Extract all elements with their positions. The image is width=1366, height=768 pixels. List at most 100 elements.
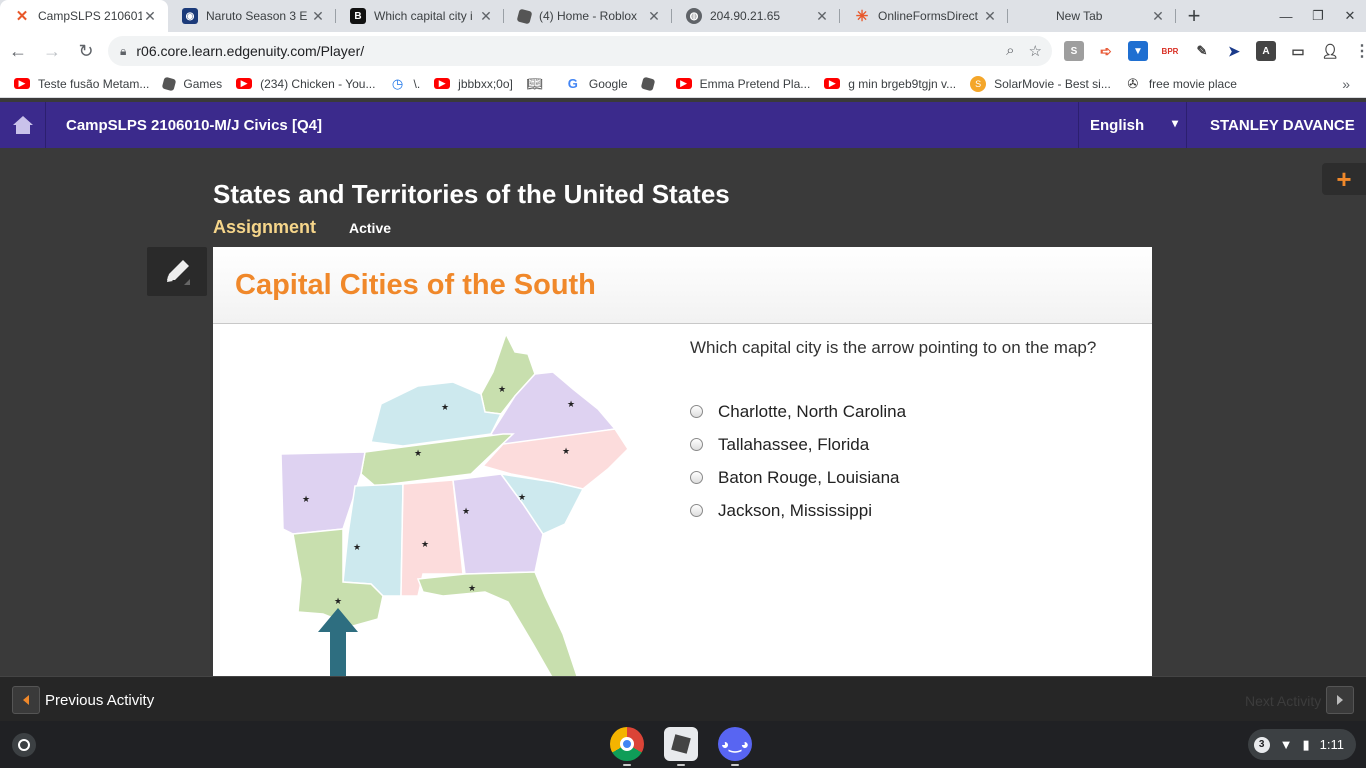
bookmark-item[interactable]: Games — [162, 76, 222, 91]
menu-dots-icon[interactable]: ⋮ — [1352, 41, 1366, 61]
radio-button[interactable] — [690, 504, 703, 517]
user-name[interactable]: STANLEY DAVANCE — [1210, 117, 1355, 134]
tab-new-tab[interactable]: New Tab ✕ — [1008, 0, 1176, 32]
new-tab-button[interactable]: + — [1176, 0, 1212, 32]
extension-badge-icon[interactable]: ▼ — [1128, 41, 1148, 61]
extension-a-icon[interactable]: A — [1256, 41, 1276, 61]
profile-icon[interactable]: 👤︎ — [1320, 41, 1340, 61]
address-bar[interactable]: 🔒︎ r06.core.learn.edgenuity.com/Player/ … — [108, 36, 1052, 66]
bookmark-label: \. — [413, 76, 421, 91]
close-tab-icon[interactable]: ✕ — [814, 8, 830, 25]
pencil-icon — [167, 259, 190, 285]
activity-type: Assignment — [213, 217, 317, 237]
bookmark-label: SolarMovie - Best si... — [994, 76, 1111, 91]
roblox-icon[interactable] — [664, 727, 698, 766]
reload-icon[interactable]: ↻ — [70, 35, 102, 67]
previous-activity-label[interactable]: Previous Activity — [45, 692, 154, 709]
capital-star: ★ — [562, 447, 570, 457]
close-tab-icon[interactable]: ✕ — [478, 8, 494, 25]
tab-title: New Tab — [1056, 9, 1103, 23]
bookmark-item[interactable]: ▶ Teste fusão Metam... — [14, 77, 149, 91]
close-window-icon[interactable]: ✕ — [1334, 0, 1366, 32]
bookmarks-bar: ▶ Teste fusão Metam... Games ▶ (234) Chick… — [0, 70, 1366, 98]
close-tab-icon[interactable]: ✕ — [646, 8, 662, 25]
tab-roblox[interactable]: (4) Home - Roblox ✕ — [504, 0, 672, 32]
close-tab-icon[interactable]: ✕ — [982, 8, 998, 25]
answer-option[interactable]: Tallahassee, Florida — [690, 428, 906, 461]
chrome-icon[interactable] — [610, 727, 644, 766]
extension-arrow-icon[interactable]: ➪ — [1096, 41, 1116, 61]
capital-star: ★ — [414, 449, 422, 459]
radio-button[interactable] — [690, 471, 703, 484]
book-icon: 📖︎ — [526, 75, 544, 91]
window-controls: — ❐ ✕ — [1270, 0, 1366, 32]
tab-onlineforms[interactable]: ✳ OnlineFormsDirect ✕ — [840, 0, 1008, 32]
map-region-florida — [416, 571, 578, 676]
plus-tools-button[interactable]: + — [1322, 163, 1366, 195]
language-selector[interactable]: English ▾ — [1078, 102, 1187, 148]
previous-activity-button[interactable] — [12, 686, 40, 714]
bookmark-item[interactable]: G Google — [565, 76, 628, 92]
capital-star: ★ — [518, 493, 526, 503]
restore-icon[interactable]: ❐ — [1302, 0, 1334, 32]
bookmark-star-icon[interactable]: ☆ — [1029, 42, 1042, 60]
tab-title: (4) Home - Roblox — [539, 9, 638, 23]
system-tray[interactable]: 3 ▼ ▮ 1:11 — [1247, 729, 1356, 760]
roblox-icon — [516, 8, 533, 24]
bookmark-label: Emma Pretend Pla... — [699, 76, 811, 91]
running-indicator — [677, 764, 685, 766]
notes-button[interactable] — [147, 247, 207, 296]
close-tab-icon[interactable]: ✕ — [1150, 8, 1166, 25]
bookmark-item[interactable]: ✇ free movie place — [1125, 76, 1237, 92]
bookmark-label: (234) Chicken - You... — [260, 76, 376, 91]
answer-option[interactable]: Jackson, Mississippi — [690, 494, 906, 527]
extension-cursor-icon[interactable]: ➤ — [1224, 41, 1244, 61]
more-bookmarks-icon[interactable]: » — [1342, 76, 1350, 92]
bookmark-label: g min brgeb9tgjn v... — [848, 76, 957, 91]
film-icon: ✇ — [1127, 75, 1139, 91]
extension-bpr-icon[interactable]: BPR — [1160, 41, 1180, 61]
capital-star: ★ — [462, 507, 470, 517]
lesson-title: States and Territories of the United Sta… — [213, 179, 730, 209]
tab-ip[interactable]: ◍ 204.90.21.65 ✕ — [672, 0, 840, 32]
tab-edgenuity[interactable]: ✕ CampSLPS 2106010 ✕ — [0, 0, 168, 32]
solarmovie-icon: S — [970, 75, 987, 92]
tab-naruto[interactable]: ◉ Naruto Season 3 E ✕ — [168, 0, 336, 32]
bookmark-item[interactable]: S SolarMovie - Best si... — [970, 75, 1111, 92]
back-arrow-icon[interactable]: ← — [2, 35, 34, 67]
wifi-icon: ▼ — [1279, 737, 1293, 752]
forward-arrow-icon[interactable]: → — [36, 35, 68, 67]
language-label: English — [1090, 116, 1145, 134]
bookmark-item[interactable]: ▶ (234) Chicken - You... — [236, 77, 375, 91]
close-tab-icon[interactable]: ✕ — [142, 8, 158, 25]
url-text: r06.core.learn.edgenuity.com/Player/ — [136, 43, 365, 59]
clock: 1:11 — [1319, 737, 1344, 752]
bookmark-item[interactable]: ◷ \. — [389, 76, 420, 92]
zoom-icon[interactable]: ⌕ — [1006, 42, 1014, 60]
extension-reader-icon[interactable]: ▭ — [1288, 41, 1308, 61]
answer-option[interactable]: Charlotte, North Carolina — [690, 395, 906, 428]
launcher-button[interactable] — [12, 733, 36, 757]
discord-icon[interactable]: ◕‿◕ — [718, 727, 752, 766]
extensions-area: S ➪ ▼ BPR ✎ ➤ A ▭ 👤︎ ⋮ — [1064, 41, 1366, 61]
home-button[interactable] — [0, 102, 46, 148]
option-label: Baton Rouge, Louisiana — [718, 467, 900, 487]
bookmark-item[interactable]: ▶ jbbbxx;0o] — [434, 77, 513, 91]
tab-title: Naruto Season 3 E — [206, 9, 308, 23]
bookmark-item[interactable]: 📖︎ — [527, 76, 551, 92]
extension-pen-icon[interactable]: ✎ — [1192, 41, 1212, 61]
next-activity-button[interactable] — [1326, 686, 1354, 714]
bookmark-item[interactable]: ▶ Emma Pretend Pla... — [675, 76, 811, 91]
capital-star: ★ — [302, 495, 310, 505]
close-tab-icon[interactable]: ✕ — [310, 8, 326, 25]
radio-button[interactable] — [690, 405, 703, 418]
minimize-icon[interactable]: — — [1270, 0, 1302, 32]
bookmark-item[interactable] — [640, 76, 662, 91]
bookmark-item[interactable]: ▶ g min brgeb9tgjn v... — [824, 77, 956, 91]
radio-button[interactable] — [690, 438, 703, 451]
extension-s-icon[interactable]: S — [1064, 41, 1084, 61]
capital-star: ★ — [421, 540, 429, 550]
answer-option[interactable]: Baton Rouge, Louisiana — [690, 461, 906, 494]
tab-brainly[interactable]: B Which capital city i ✕ — [336, 0, 504, 32]
launcher-icon — [18, 739, 30, 751]
